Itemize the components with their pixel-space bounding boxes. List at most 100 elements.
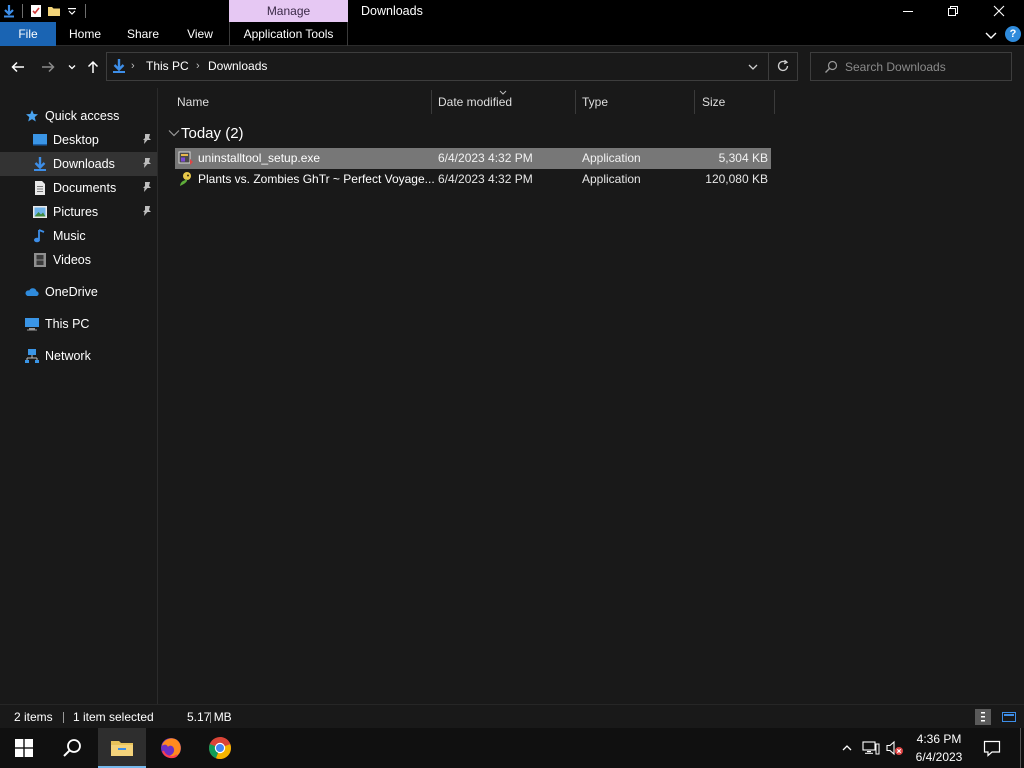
file-size: 5,304 KB — [718, 151, 768, 165]
file-row[interactable]: uninstalltool_setup.exe 6/4/2023 4:32 PM… — [175, 148, 771, 169]
sidebar-item-label: Quick access — [45, 109, 120, 123]
file-date-modified: 6/4/2023 4:32 PM — [438, 151, 533, 165]
volume-muted-icon[interactable] — [884, 728, 906, 768]
music-note-icon — [32, 228, 48, 244]
taskbar-chrome[interactable] — [196, 728, 244, 768]
taskbar-firefox[interactable] — [147, 728, 195, 768]
sidebar-item-label: Pictures — [53, 205, 99, 219]
desktop-icon — [32, 132, 48, 148]
pin-icon[interactable] — [141, 205, 153, 219]
column-header-name[interactable]: Name — [177, 88, 209, 116]
minimize-button[interactable] — [885, 0, 931, 22]
file-row[interactable]: Plants vs. Zombies GhTr ~ Perfect Voyage… — [175, 169, 771, 190]
tab-application-tools[interactable]: Application Tools — [230, 22, 347, 46]
installer-file-icon — [178, 150, 194, 166]
sidebar-item-this-pc[interactable]: This PC — [0, 312, 157, 336]
taskbar-file-explorer[interactable] — [98, 728, 146, 768]
download-arrow-icon — [32, 156, 48, 172]
file-list-pane: Name Date modified Type Size Today (2) u… — [159, 88, 1024, 704]
sidebar-item-documents[interactable]: Documents — [0, 176, 157, 200]
sidebar-item-label: OneDrive — [45, 285, 98, 299]
chrome-icon — [209, 737, 231, 760]
system-clock[interactable]: 4:36 PM 6/4/2023 — [908, 728, 970, 768]
windows-logo-icon — [15, 739, 33, 757]
address-bar[interactable]: › This PC › Downloads — [106, 52, 798, 81]
status-bar: 2 items 1 item selected 5.17 MB — [0, 704, 1024, 728]
file-date-modified: 6/4/2023 4:32 PM — [438, 172, 533, 186]
sidebar-item-onedrive[interactable]: OneDrive — [0, 280, 157, 304]
column-divider[interactable] — [774, 90, 775, 114]
sidebar-item-pictures[interactable]: Pictures — [0, 200, 157, 224]
tab-file[interactable]: File — [0, 22, 56, 46]
item-count: 2 items — [14, 710, 53, 724]
notifications-icon[interactable] — [978, 728, 1006, 768]
address-history-chevron-icon[interactable] — [747, 61, 759, 73]
show-desktop-button[interactable] — [1020, 728, 1024, 768]
up-button[interactable] — [83, 57, 103, 77]
breadcrumb-separator-icon[interactable]: › — [196, 53, 200, 80]
firefox-icon — [161, 738, 181, 759]
group-header-today[interactable]: Today (2) — [167, 123, 244, 143]
sidebar-item-downloads[interactable]: Downloads — [0, 152, 157, 176]
pin-icon[interactable] — [141, 133, 153, 147]
pictures-icon — [32, 204, 48, 220]
tab-view[interactable]: View — [172, 22, 228, 46]
tab-home[interactable]: Home — [56, 22, 114, 46]
network-status-icon[interactable] — [861, 728, 881, 768]
close-button[interactable] — [976, 0, 1022, 22]
collapse-chevron-icon[interactable] — [167, 126, 181, 140]
large-icons-view-button[interactable] — [1001, 709, 1017, 725]
file-type: Application — [582, 151, 641, 165]
sidebar-item-quick-access[interactable]: Quick access — [0, 104, 157, 128]
start-button[interactable] — [0, 728, 48, 768]
recent-locations-chevron-icon[interactable] — [62, 57, 82, 77]
star-icon — [24, 108, 40, 124]
search-box[interactable] — [810, 52, 1012, 81]
column-header-size[interactable]: Size — [702, 88, 725, 116]
customize-toolbar-chevron-icon[interactable] — [63, 0, 81, 22]
file-size: 120,080 KB — [705, 172, 768, 186]
column-header-date-modified[interactable]: Date modified — [438, 88, 512, 116]
file-type: Application — [582, 172, 641, 186]
computer-icon — [24, 316, 40, 332]
download-arrow-icon — [0, 0, 18, 22]
show-hidden-icons-chevron-icon[interactable] — [838, 728, 856, 768]
new-folder-icon[interactable] — [45, 0, 63, 22]
taskbar: 4:36 PM 6/4/2023 — [0, 728, 1024, 768]
film-icon — [32, 252, 48, 268]
cloud-icon — [24, 284, 40, 300]
breadcrumb-this-pc[interactable]: This PC — [146, 53, 189, 80]
refresh-icon[interactable] — [776, 59, 790, 73]
column-divider[interactable] — [694, 90, 695, 114]
tab-share[interactable]: Share — [114, 22, 172, 46]
search-input[interactable] — [845, 57, 1005, 77]
back-button[interactable] — [8, 57, 28, 77]
sidebar-item-desktop[interactable]: Desktop — [0, 128, 157, 152]
help-icon[interactable]: ? — [1005, 26, 1021, 42]
game-app-icon — [178, 171, 194, 187]
folder-icon — [111, 741, 133, 756]
restore-button[interactable] — [930, 0, 976, 22]
manage-context-tab[interactable]: Manage — [229, 0, 348, 22]
sidebar-item-label: This PC — [45, 317, 90, 331]
column-header-type[interactable]: Type — [582, 88, 608, 116]
sidebar-item-label: Desktop — [53, 133, 99, 147]
pin-icon[interactable] — [141, 157, 153, 171]
clock-time: 4:36 PM — [916, 732, 962, 746]
breadcrumb-downloads[interactable]: Downloads — [208, 53, 267, 80]
expand-ribbon-chevron-icon[interactable] — [984, 28, 998, 42]
navigation-pane: Quick access Desktop Downloads Documents — [0, 88, 158, 704]
column-divider[interactable] — [575, 90, 576, 114]
pin-icon[interactable] — [141, 181, 153, 195]
column-divider[interactable] — [431, 90, 432, 114]
forward-button[interactable] — [38, 57, 58, 77]
sidebar-item-network[interactable]: Network — [0, 344, 157, 368]
search-button[interactable] — [48, 728, 96, 768]
quick-access-toolbar — [0, 0, 90, 22]
breadcrumb-separator-icon[interactable]: › — [131, 53, 135, 80]
properties-icon[interactable] — [27, 0, 45, 22]
details-view-button[interactable] — [975, 709, 991, 725]
sidebar-item-videos[interactable]: Videos — [0, 248, 157, 272]
documents-icon — [32, 180, 48, 196]
sidebar-item-music[interactable]: Music — [0, 224, 157, 248]
